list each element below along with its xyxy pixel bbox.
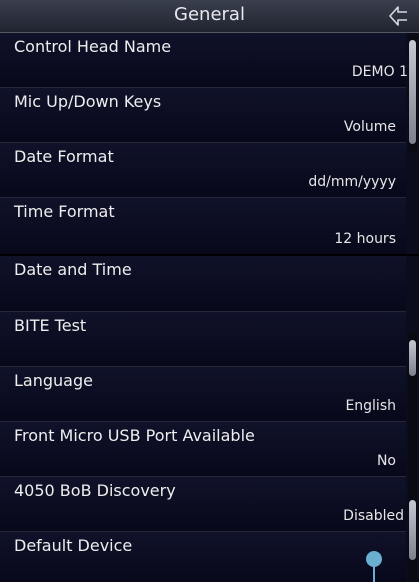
touch-indicator [366,551,382,567]
scrollbar-top[interactable] [408,34,417,152]
setting-label: Time Format [14,202,115,221]
setting-value: English [345,398,396,414]
title-bar: General [0,0,419,33]
setting-row-bite-test[interactable]: BITE Test [0,312,406,367]
setting-value: 12 hours [334,231,396,247]
setting-value: Volume [343,119,396,135]
scrollbar-thumb-lower[interactable] [409,500,416,560]
scrollbar-thumb[interactable] [409,40,416,144]
setting-label: Default Device [14,536,133,555]
setting-row-bob-discovery[interactable]: 4050 BoB Discovery Disabled [0,477,406,532]
setting-label: Front Micro USB Port Available [14,426,255,445]
setting-row-front-usb[interactable]: Front Micro USB Port Available No [0,422,406,477]
setting-row-mic-keys[interactable]: Mic Up/Down Keys Volume [0,88,406,143]
setting-value: DEMO 1 [351,64,408,80]
settings-screen-top: General Control Head Name DEMO 1 Mic Up/… [0,0,419,256]
setting-row-control-head-name[interactable]: Control Head Name DEMO 1 [0,33,408,88]
setting-row-language[interactable]: Language English [0,367,406,422]
setting-label: BITE Test [14,316,87,335]
setting-label: Mic Up/Down Keys [14,92,162,111]
touch-indicator-line [373,566,375,582]
settings-screen-bottom: Date and Time BITE Test Language English… [0,256,419,582]
scrollbar-bottom[interactable] [408,332,417,582]
setting-row-date-format[interactable]: Date Format dd/mm/yyyy [0,143,406,198]
setting-row-date-and-time[interactable]: Date and Time [0,256,406,312]
setting-value: Disabled [343,508,404,524]
setting-row-default-device[interactable]: Default Device [0,532,406,582]
scrollbar-thumb-upper[interactable] [409,340,416,376]
setting-value: dd/mm/yyyy [308,174,396,190]
setting-row-time-format[interactable]: Time Format 12 hours [0,198,406,255]
setting-label: Date and Time [14,260,132,279]
setting-label: Language [14,371,93,390]
page-title: General [174,4,245,25]
back-button[interactable] [387,4,411,28]
back-arrow-icon [389,6,407,26]
setting-label: Control Head Name [14,37,172,56]
setting-label: 4050 BoB Discovery [14,481,176,500]
setting-value: No [376,453,396,469]
setting-label: Date Format [14,147,114,166]
